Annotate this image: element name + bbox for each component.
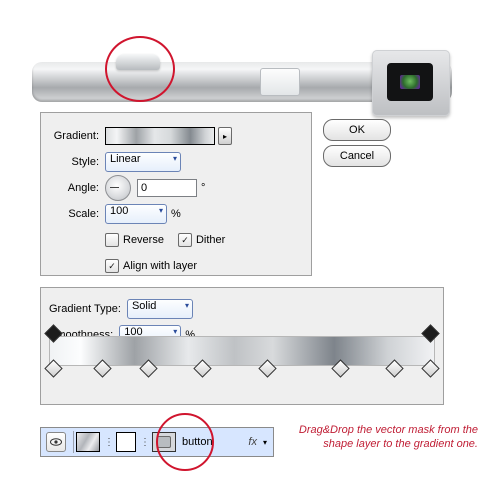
- highlight-circle-knob: [105, 36, 175, 102]
- color-stop[interactable]: [385, 359, 403, 377]
- eye-icon: [50, 438, 62, 446]
- color-stop[interactable]: [139, 359, 157, 377]
- viewfinder-housing: [372, 50, 450, 116]
- color-stop[interactable]: [421, 359, 439, 377]
- angle-unit: °: [201, 182, 205, 194]
- align-checkbox[interactable]: ✓: [105, 259, 119, 273]
- color-stop[interactable]: [93, 359, 111, 377]
- angle-dial[interactable]: [105, 175, 131, 201]
- link-icon[interactable]: ⋮: [104, 437, 114, 448]
- scale-label: Scale:: [43, 208, 99, 220]
- color-stop[interactable]: [258, 359, 276, 377]
- align-label: Align with layer: [123, 260, 197, 272]
- reverse-checkbox[interactable]: [105, 233, 119, 247]
- chevron-down-icon[interactable]: ▾: [263, 438, 267, 447]
- dither-label: Dither: [196, 234, 225, 246]
- gradient-fill-panel: Gradient: ▸ Style: Linear Angle: 0 ° Sca…: [40, 112, 312, 276]
- cancel-button[interactable]: Cancel: [323, 145, 391, 167]
- camera-flash: [260, 68, 300, 96]
- gradient-preview[interactable]: [105, 127, 215, 145]
- viewfinder-glass: [400, 75, 420, 89]
- gradient-type-select[interactable]: Solid: [127, 299, 193, 319]
- scale-select[interactable]: 100: [105, 204, 167, 224]
- scale-unit: %: [171, 208, 181, 220]
- gradient-bar[interactable]: [49, 336, 435, 366]
- gradient-thumbnail[interactable]: [76, 432, 100, 452]
- style-label: Style:: [43, 156, 99, 168]
- angle-label: Angle:: [43, 182, 99, 194]
- ok-button[interactable]: OK: [323, 119, 391, 141]
- visibility-toggle[interactable]: [46, 432, 66, 452]
- gradient-picker-arrow[interactable]: ▸: [218, 127, 232, 145]
- gradient-type-label: Gradient Type:: [49, 303, 121, 315]
- style-select[interactable]: Linear: [105, 152, 181, 172]
- instruction-text: Drag&Drop the vector mask from the shape…: [282, 423, 478, 451]
- link-icon[interactable]: ⋮: [140, 437, 150, 448]
- gradient-label: Gradient:: [43, 130, 99, 142]
- color-stop[interactable]: [331, 359, 349, 377]
- divider: [73, 431, 74, 453]
- camera-illustration: [32, 12, 452, 110]
- color-stop[interactable]: [44, 359, 62, 377]
- viewfinder-inner: [387, 63, 433, 101]
- dither-checkbox[interactable]: ✓: [178, 233, 192, 247]
- angle-field[interactable]: 0: [137, 179, 197, 197]
- color-stop[interactable]: [193, 359, 211, 377]
- reverse-label: Reverse: [123, 234, 164, 246]
- fx-badge[interactable]: fx: [248, 436, 257, 448]
- layer-mask-thumbnail[interactable]: [116, 432, 136, 452]
- gradient-editor-panel: Gradient Type: Solid Smoothness: 100 %: [40, 287, 444, 405]
- highlight-circle-mask: [156, 413, 214, 471]
